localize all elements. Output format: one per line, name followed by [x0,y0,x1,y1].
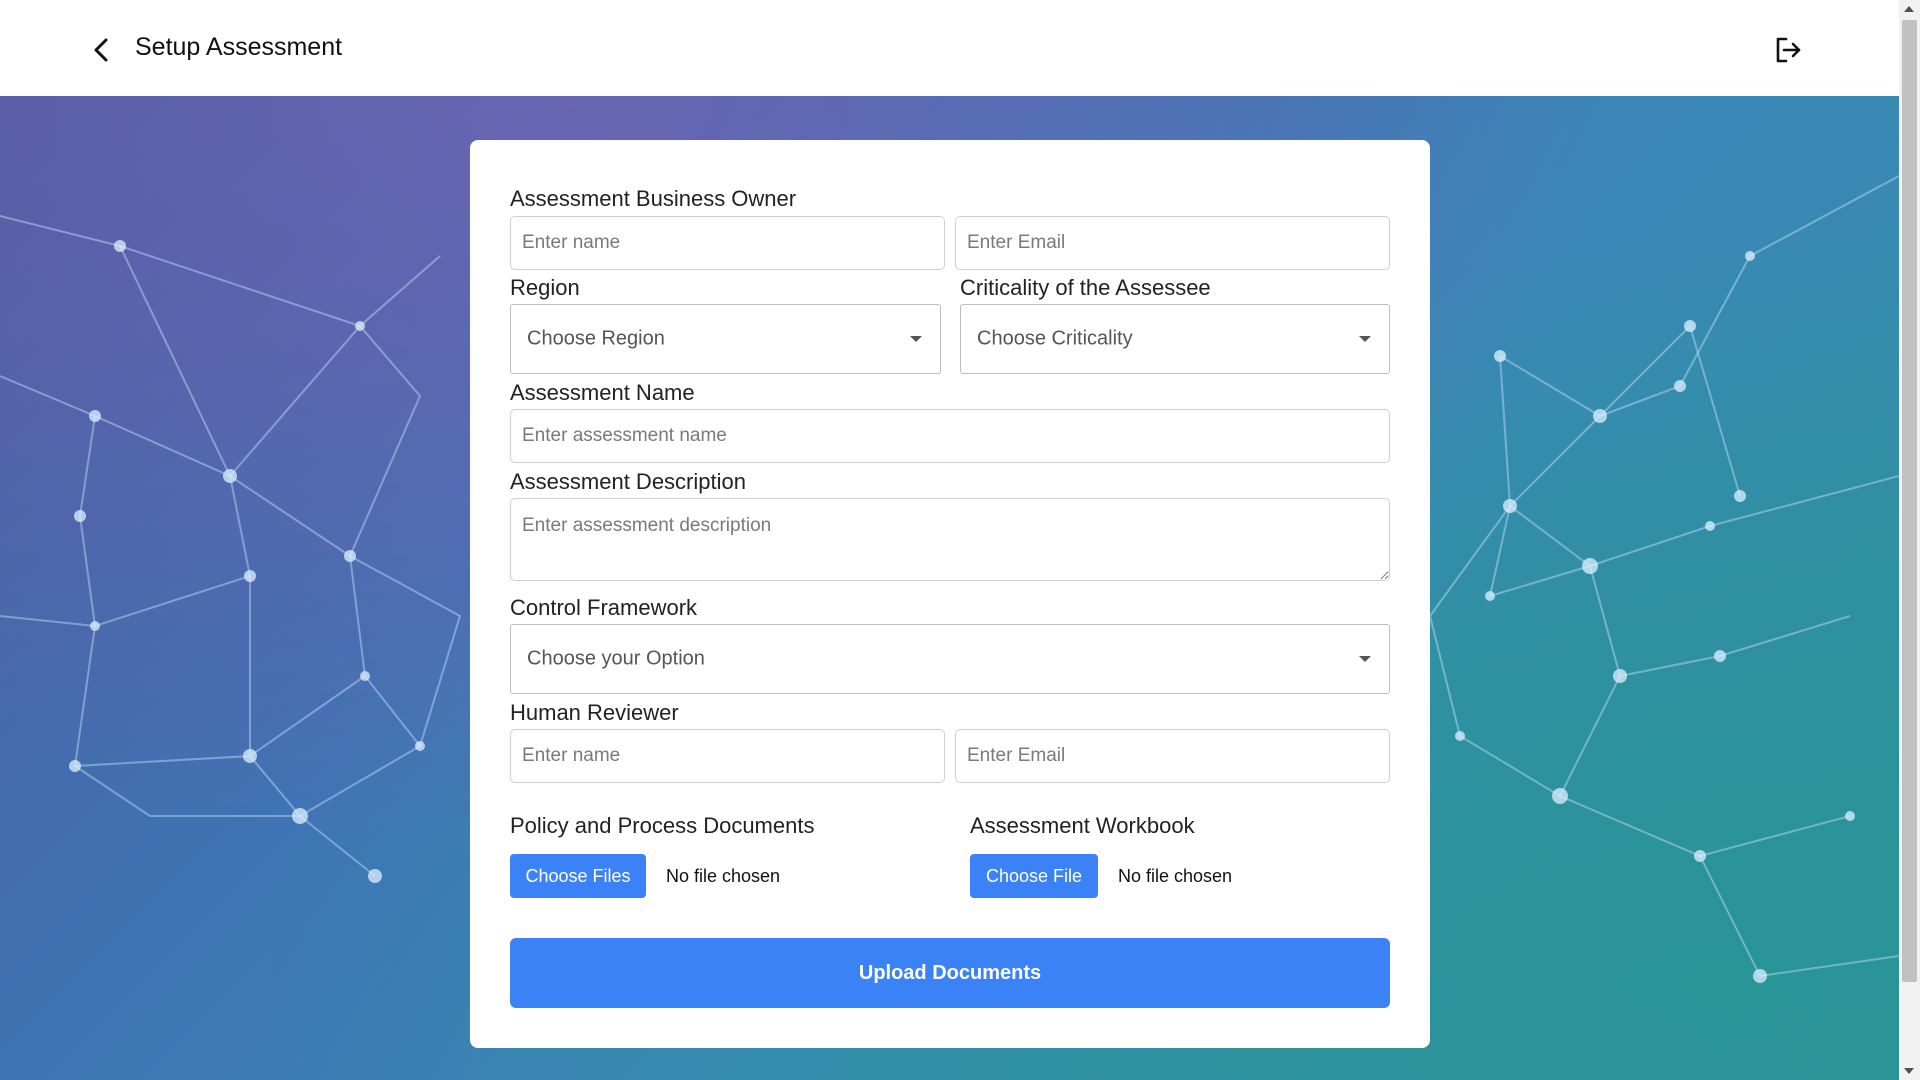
policy-documents-label: Policy and Process Documents [510,813,815,838]
criticality-select[interactable]: Choose Criticality [960,304,1390,374]
region-label: Region [510,275,580,300]
assessment-workbook-file-status: No file chosen [1118,866,1233,886]
page: Setup Assessment Assessment Business Own… [0,0,1920,1080]
vertical-scrollbar[interactable] [1899,0,1920,1080]
business-owner-label: Assessment Business Owner [510,186,797,211]
human-reviewer-name-input[interactable] [510,729,945,783]
control-framework-select-value: Choose your Option [527,647,705,670]
choose-file-button[interactable]: Choose File [970,854,1098,898]
top-bar: Setup Assessment [0,0,1899,96]
policy-documents-file-status: No file chosen [666,866,781,886]
criticality-select-value: Choose Criticality [977,327,1133,350]
assessment-name-input[interactable] [510,409,1390,463]
choose-files-button[interactable]: Choose Files [510,854,646,898]
setup-assessment-form: Assessment Business Owner Region Choose … [470,140,1430,1048]
assessment-name-label: Assessment Name [510,380,695,405]
upload-documents-button[interactable]: Upload Documents [510,938,1390,1008]
control-framework-label: Control Framework [510,595,698,620]
human-reviewer-email-input[interactable] [955,729,1390,783]
page-title: Setup Assessment [135,33,343,61]
assessment-description-label: Assessment Description [510,469,746,494]
scrollbar-thumb[interactable] [1902,20,1917,982]
assessment-workbook-label: Assessment Workbook [970,813,1195,838]
caret-down-icon [1359,656,1371,662]
control-framework-select[interactable]: Choose your Option [510,624,1390,694]
logout-button[interactable] [1772,34,1804,66]
chevron-left-icon [94,38,108,62]
region-select[interactable]: Choose Region [510,304,941,374]
business-owner-email-input[interactable] [955,216,1390,270]
business-owner-name-input[interactable] [510,216,945,270]
caret-down-icon [910,336,922,342]
assessment-description-textarea[interactable] [510,498,1390,581]
caret-down-icon [1359,336,1371,342]
scroll-up-arrow-icon[interactable] [1904,6,1914,12]
back-button[interactable] [88,34,116,66]
logout-icon [1776,37,1801,63]
scroll-down-arrow-icon[interactable] [1904,1068,1914,1074]
region-select-value: Choose Region [527,327,665,350]
human-reviewer-label: Human Reviewer [510,700,679,725]
criticality-label: Criticality of the Assessee [960,275,1211,300]
